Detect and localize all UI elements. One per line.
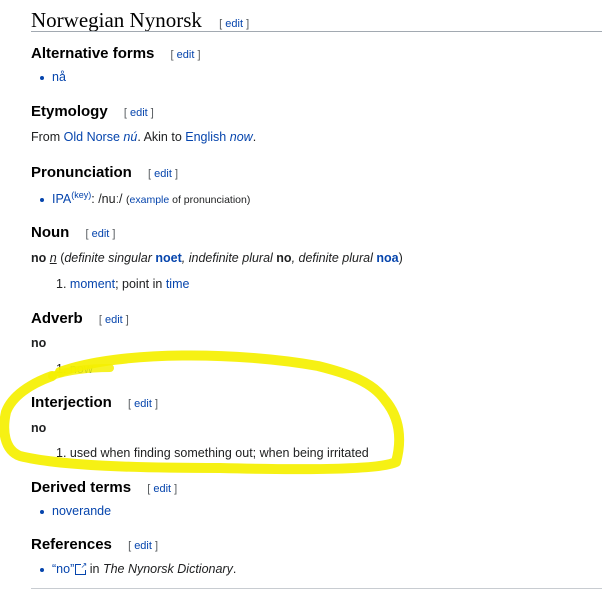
- yellow-highlight-annotation: [0, 350, 405, 475]
